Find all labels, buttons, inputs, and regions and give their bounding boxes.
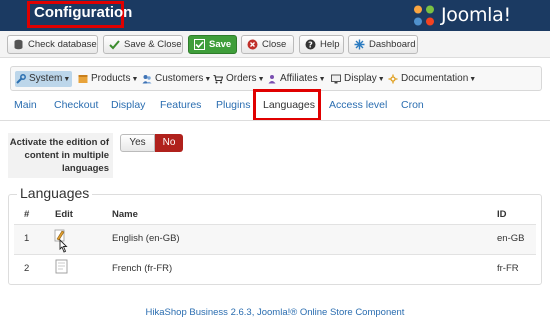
- tab-plugins[interactable]: Plugins: [216, 99, 250, 111]
- row-divider: [14, 254, 536, 255]
- chevron-down-icon: ▼: [318, 76, 326, 83]
- row1-name: English (en-GB): [112, 233, 180, 244]
- svg-text:?: ?: [308, 41, 313, 50]
- column-header-name: Name: [112, 209, 138, 220]
- close-label: Close: [262, 39, 287, 50]
- chevron-down-icon: ▼: [377, 76, 385, 83]
- row2-number: 2: [24, 263, 30, 274]
- menu-customers-label: Customers: [155, 73, 204, 84]
- menu-display-label: Display: [344, 73, 377, 84]
- menu-documentation-label: Documentation: [401, 73, 469, 84]
- menu-documentation[interactable]: Documentation▼: [387, 71, 476, 87]
- database-icon: [14, 39, 23, 50]
- logo-text: Joomla!: [441, 4, 511, 26]
- chevron-down-icon: ▼: [204, 76, 212, 83]
- documentation-icon: [388, 74, 398, 84]
- affiliates-icon: [268, 75, 276, 84]
- products-icon: [78, 75, 88, 83]
- column-header-number: #: [24, 209, 30, 220]
- menu-customers[interactable]: Customers▼: [141, 71, 211, 87]
- dashboard-label: Dashboard: [369, 39, 416, 50]
- menu-orders[interactable]: Orders▼: [212, 71, 268, 87]
- edit-document-icon[interactable]: [55, 259, 69, 274]
- tab-main[interactable]: Main: [14, 99, 37, 111]
- tab-access-level[interactable]: Access level: [329, 99, 387, 111]
- tab-divider: [0, 120, 550, 121]
- page-title: Configuration: [34, 4, 133, 21]
- dashboard-icon: [354, 39, 365, 50]
- row2-name: French (fr-FR): [112, 263, 173, 274]
- chevron-down-icon: ▼: [469, 76, 477, 83]
- yes-button[interactable]: Yes: [120, 134, 155, 152]
- menu-system-label: System: [29, 73, 63, 84]
- save-close-label: Save & Close: [124, 39, 182, 50]
- row1-number: 1: [24, 233, 30, 244]
- edit-pencil-icon[interactable]: [53, 229, 71, 253]
- save-button[interactable]: Save: [188, 35, 237, 54]
- help-button[interactable]: ? Help: [299, 35, 344, 54]
- help-label: Help: [320, 39, 340, 50]
- toolbar: Check database Save & Close Save Close ?…: [0, 31, 550, 58]
- table-row-bg: [14, 225, 536, 254]
- row1-id: en-GB: [497, 233, 525, 244]
- chevron-down-icon: ▼: [63, 76, 71, 83]
- save-close-button[interactable]: Save & Close: [103, 35, 183, 54]
- menu-display[interactable]: Display▼: [330, 71, 385, 87]
- chevron-down-icon: ▼: [257, 76, 265, 83]
- display-monitor-icon: [331, 74, 341, 84]
- menu-affiliates[interactable]: Affiliates▼: [266, 71, 328, 87]
- dashboard-button[interactable]: Dashboard: [348, 35, 418, 54]
- customers-icon: [142, 75, 152, 84]
- close-button[interactable]: Close: [241, 35, 294, 54]
- languages-legend: Languages: [17, 185, 93, 201]
- menu-products-label: Products: [91, 73, 131, 84]
- save-check-icon: [194, 39, 205, 50]
- no-button[interactable]: No: [155, 134, 183, 152]
- close-circle-icon: [247, 39, 258, 50]
- tab-cron[interactable]: Cron: [401, 99, 424, 111]
- tab-checkout[interactable]: Checkout: [54, 99, 98, 111]
- check-database-label: Check database: [28, 39, 97, 50]
- footer-credit-link[interactable]: HikaShop Business 2.6.3, Joomla!® Online…: [0, 307, 550, 318]
- menu-system[interactable]: System▼: [15, 71, 72, 87]
- menu-products[interactable]: Products▼: [77, 71, 139, 87]
- menu-affiliates-label: Affiliates: [280, 73, 318, 84]
- tab-highlight-box: [253, 89, 321, 121]
- hikashop-menu-bar: System▼ Products▼ Customers▼ Orders▼ Aff…: [10, 66, 542, 91]
- column-header-id: ID: [497, 209, 507, 220]
- tab-display[interactable]: Display: [111, 99, 145, 111]
- tab-features[interactable]: Features: [160, 99, 201, 111]
- wrench-icon: [16, 74, 26, 84]
- check-database-button[interactable]: Check database: [7, 35, 98, 54]
- menu-orders-label: Orders: [226, 73, 257, 84]
- orders-cart-icon: [213, 74, 223, 84]
- check-icon: [109, 40, 120, 50]
- chevron-down-icon: ▼: [131, 76, 139, 83]
- header-bar: Configuration Joomla!: [0, 0, 550, 31]
- column-header-edit: Edit: [55, 209, 73, 220]
- help-icon: ?: [305, 39, 316, 50]
- save-label: Save: [209, 39, 232, 50]
- row2-id: fr-FR: [497, 263, 519, 274]
- multilang-setting-label: Activate the edition of content in multi…: [8, 133, 113, 178]
